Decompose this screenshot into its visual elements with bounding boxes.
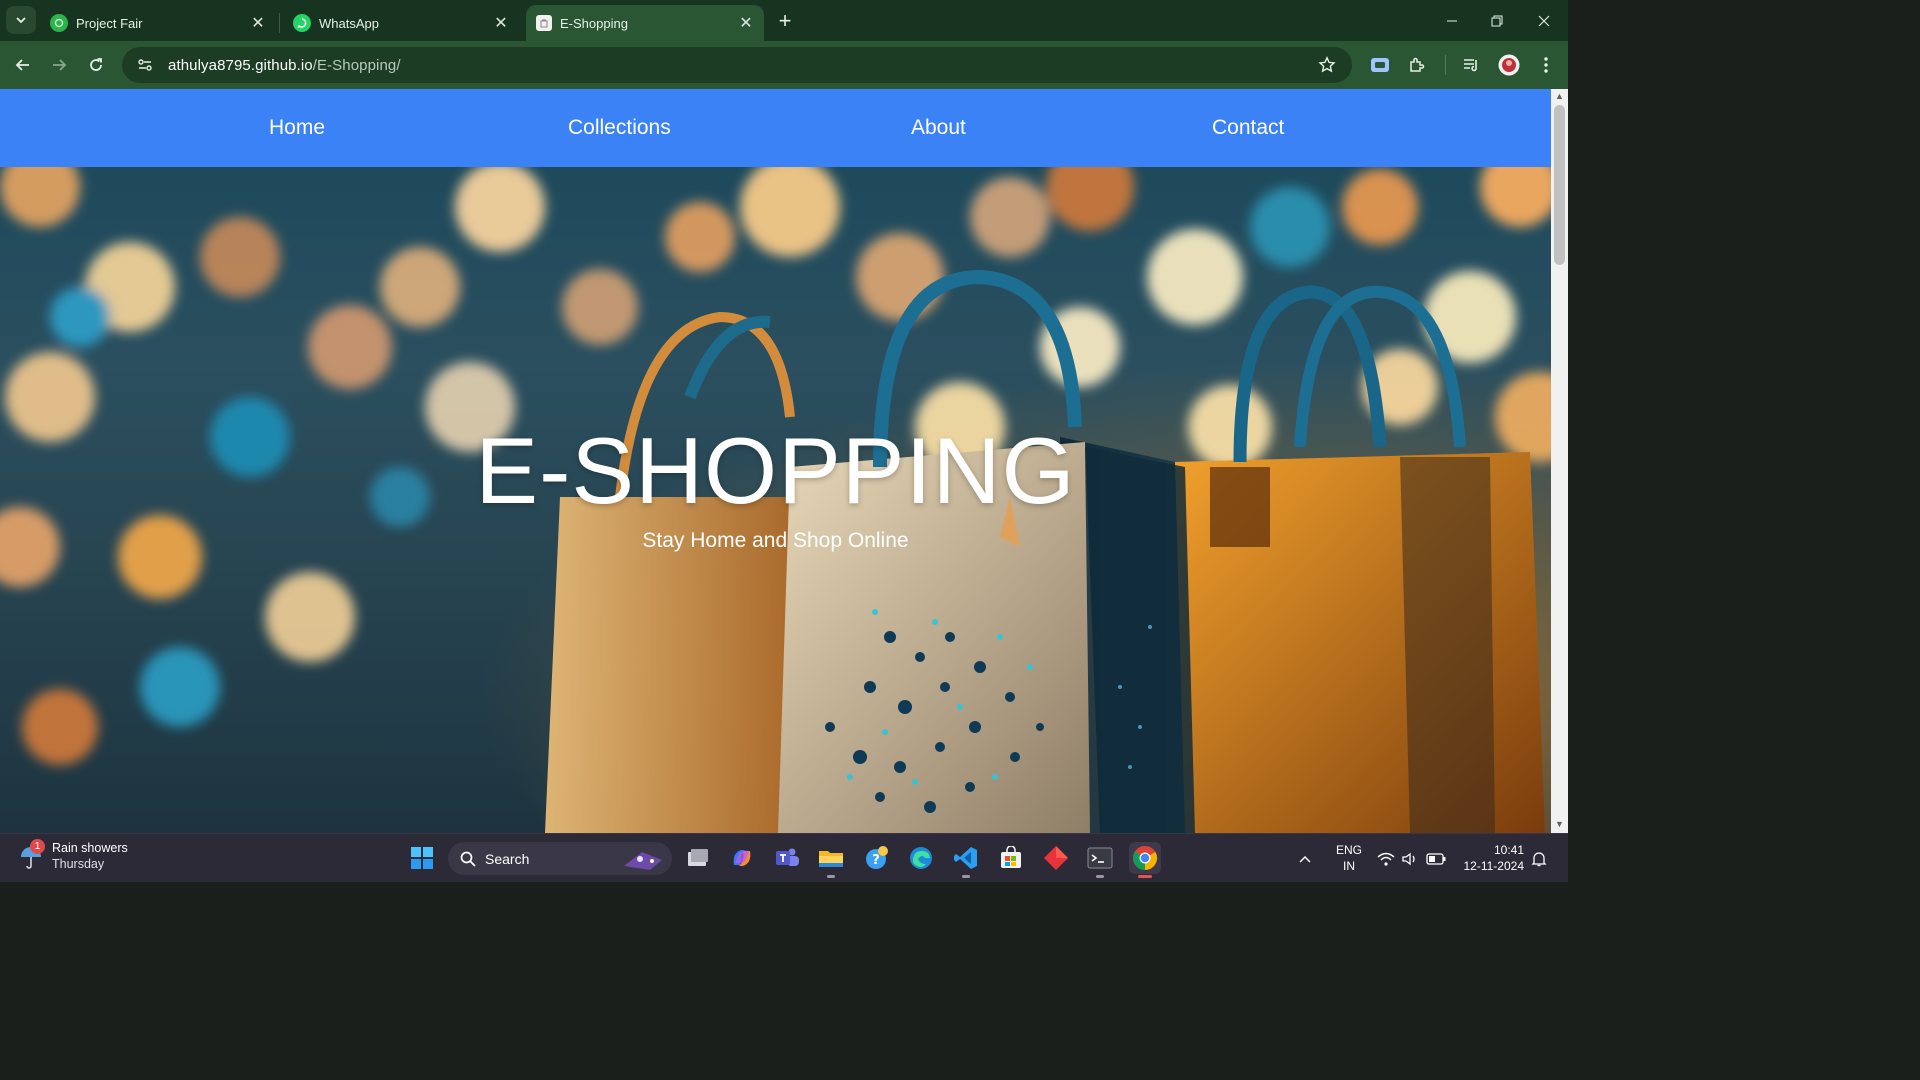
running-indicator <box>827 875 835 878</box>
tab-project-fair[interactable]: Project Fair ✕ <box>40 5 276 41</box>
running-indicator <box>962 875 970 878</box>
taskbar-search-box[interactable]: Search <box>448 842 672 875</box>
vscode-icon[interactable] <box>950 842 982 878</box>
url-host: athulya8795.github.io <box>168 56 313 74</box>
task-view-icon[interactable] <box>682 842 714 874</box>
search-label: Search <box>485 850 530 867</box>
close-tab-icon[interactable]: ✕ <box>738 15 754 32</box>
tab-search-icon[interactable] <box>6 6 36 34</box>
windows-taskbar: 1 Rain showers Thursday Search ? ENG IN … <box>0 833 1568 882</box>
weather-day: Thursday <box>52 857 105 871</box>
lang-line1: ENG <box>1335 843 1362 857</box>
weather-widget[interactable]: 1 Rain showers Thursday <box>16 839 128 872</box>
e-shopping-favicon-icon <box>536 15 552 31</box>
nav-home-link[interactable]: Home <box>269 116 325 140</box>
page-viewport: Home Collections About Contact E-SHOPPIN… <box>0 89 1551 833</box>
close-window-icon[interactable] <box>1521 0 1567 41</box>
tab-title: WhatsApp <box>319 15 379 31</box>
clock-time: 10:41 <box>1493 843 1524 857</box>
address-bar[interactable]: athulya8795.github.io/E-Shopping/ <box>122 47 1352 83</box>
profile-avatar-icon[interactable] <box>1497 53 1521 77</box>
more-menu-icon[interactable] <box>1534 53 1558 77</box>
svg-text:?: ? <box>872 853 880 868</box>
page-scrollbar[interactable]: ▲ ▼ <box>1551 89 1568 833</box>
bookmark-star-icon[interactable] <box>1316 54 1338 76</box>
edge-icon[interactable] <box>905 842 937 874</box>
weather-title: Rain showers <box>52 841 128 855</box>
hero-banner: E-SHOPPING Stay Home and Shop Online <box>0 167 1551 833</box>
project-fair-favicon-icon <box>50 14 68 32</box>
teams-icon[interactable] <box>771 842 803 874</box>
close-tab-icon[interactable]: ✕ <box>250 15 266 32</box>
battery-icon[interactable] <box>1426 834 1446 883</box>
volume-icon[interactable] <box>1401 834 1419 883</box>
copilot-icon[interactable] <box>726 842 758 874</box>
screen-capture-icon[interactable] <box>1368 53 1392 77</box>
extensions-icon[interactable] <box>1405 53 1429 77</box>
tab-strip: Project Fair ✕ WhatsApp ✕ E-Shopping ✕ + <box>0 0 1568 41</box>
browser-toolbar: athulya8795.github.io/E-Shopping/ <box>0 41 1568 89</box>
tab-whatsapp[interactable]: WhatsApp ✕ <box>283 5 519 41</box>
site-navbar: Home Collections About Contact <box>0 89 1551 167</box>
scrollbar-thumb[interactable] <box>1554 105 1565 265</box>
tab-e-shopping[interactable]: E-Shopping ✕ <box>526 5 764 41</box>
search-highlight-icon <box>624 852 662 870</box>
scroll-down-arrow-icon[interactable]: ▼ <box>1555 820 1564 829</box>
hero-title: E-SHOPPING <box>475 418 1076 523</box>
terminal-icon[interactable] <box>1084 842 1116 878</box>
address-url: athulya8795.github.io/E-Shopping/ <box>168 57 401 74</box>
minimize-icon[interactable] <box>1429 0 1475 41</box>
chrome-icon[interactable] <box>1129 842 1161 878</box>
lang-line2: IN <box>1343 859 1355 873</box>
weather-badge: 1 <box>30 839 45 854</box>
toolbar-divider <box>1445 55 1446 75</box>
tab-title: Project Fair <box>76 15 143 31</box>
site-info-icon[interactable] <box>134 54 156 76</box>
reload-icon[interactable] <box>81 50 111 80</box>
media-control-icon[interactable] <box>1459 53 1483 77</box>
windows-start-icon[interactable] <box>406 842 438 874</box>
rain-umbrella-icon: 1 <box>16 839 46 871</box>
search-icon <box>460 851 476 867</box>
nav-contact-link[interactable]: Contact <box>1212 116 1284 140</box>
clock-date: 12-11-2024 <box>1463 859 1525 873</box>
close-tab-icon[interactable]: ✕ <box>493 15 509 32</box>
hero-subtitle: Stay Home and Shop Online <box>642 529 909 552</box>
input-language-indicator[interactable]: ENG IN <box>1334 842 1364 874</box>
help-icon[interactable]: ? <box>861 842 893 874</box>
nav-about-link[interactable]: About <box>911 116 966 140</box>
show-hidden-icons-icon[interactable] <box>1298 834 1312 883</box>
notifications-bell-icon[interactable] <box>1531 834 1547 883</box>
forward-icon[interactable] <box>44 50 74 80</box>
ms-store-icon[interactable] <box>995 842 1027 874</box>
restore-icon[interactable] <box>1474 0 1520 41</box>
running-indicator <box>1096 875 1104 878</box>
back-icon[interactable] <box>8 50 38 80</box>
git-icon[interactable] <box>1040 842 1072 874</box>
new-tab-icon[interactable]: + <box>772 8 798 34</box>
whatsapp-favicon-icon <box>293 14 311 32</box>
file-explorer-icon[interactable] <box>815 842 847 878</box>
tab-divider <box>279 13 280 33</box>
wifi-icon[interactable] <box>1377 834 1395 883</box>
tab-title: E-Shopping <box>560 15 628 31</box>
nav-collections-link[interactable]: Collections <box>568 116 671 140</box>
scroll-up-arrow-icon[interactable]: ▲ <box>1555 92 1564 101</box>
running-indicator <box>1138 875 1152 878</box>
taskbar-clock[interactable]: 10:41 12-11-2024 <box>1456 842 1525 874</box>
url-path: /E-Shopping/ <box>312 56 401 74</box>
